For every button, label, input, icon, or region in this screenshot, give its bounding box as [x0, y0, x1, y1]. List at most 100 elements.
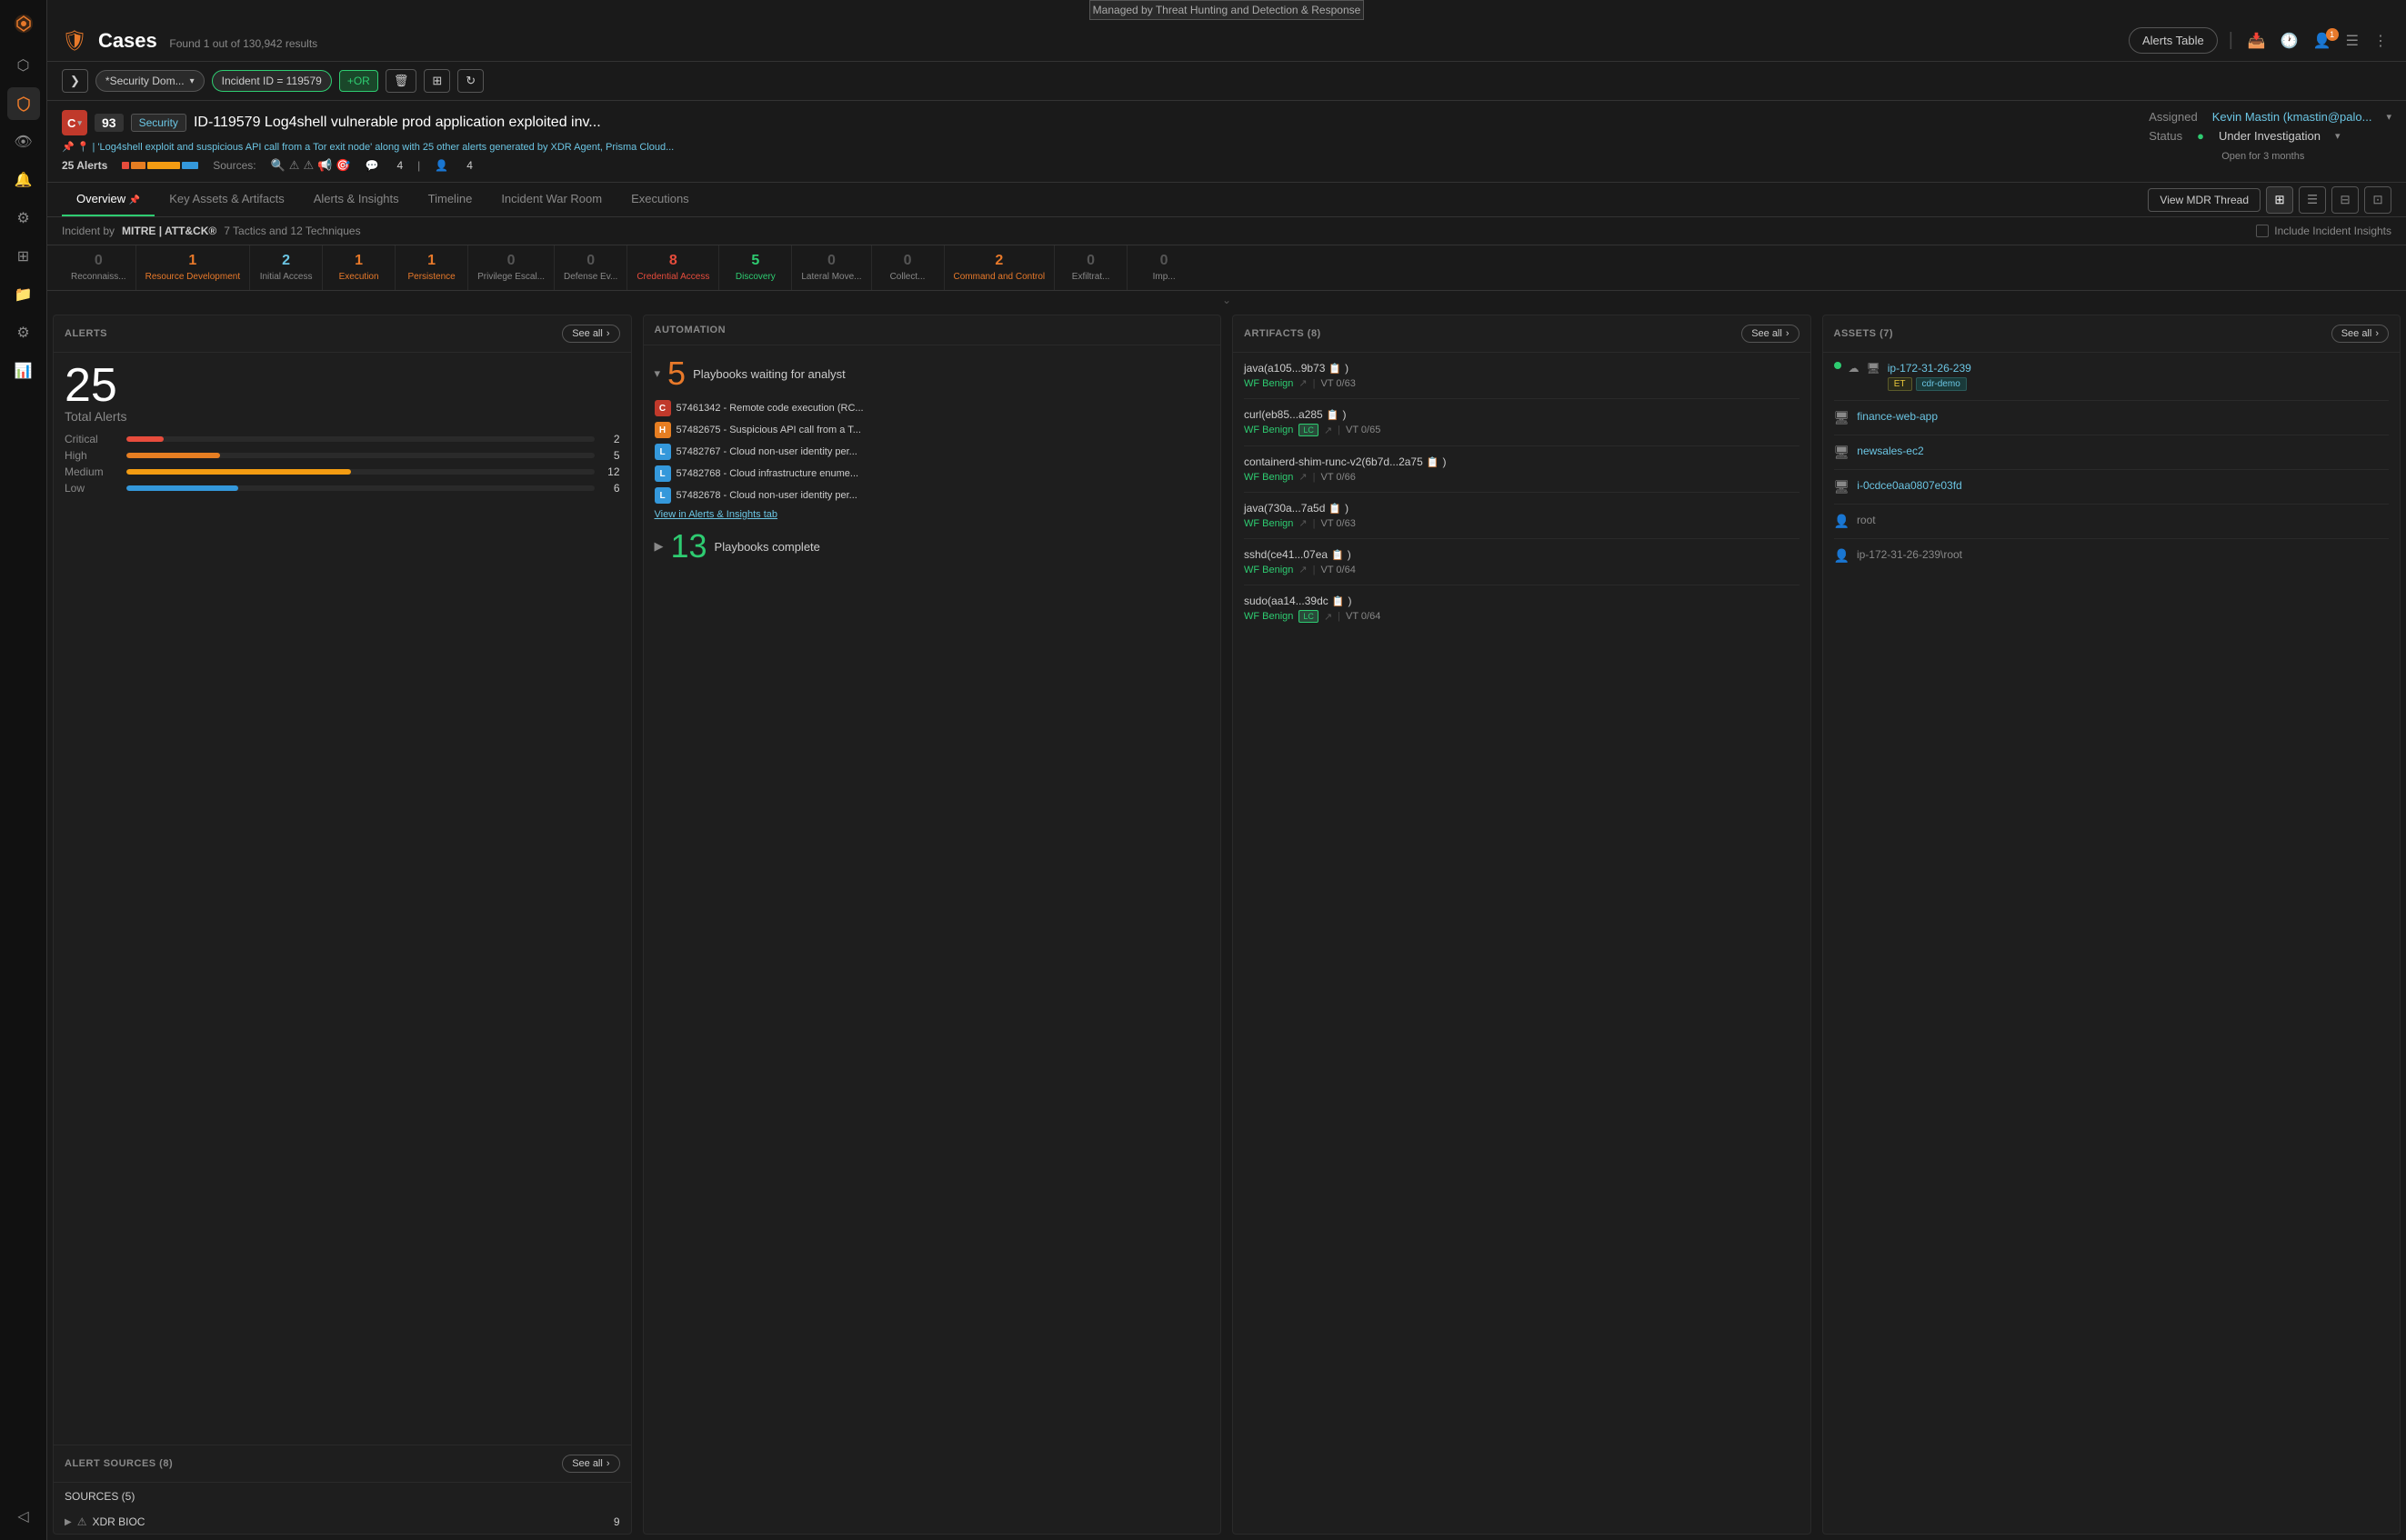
- security-domain-filter[interactable]: *Security Dom... ▾: [95, 70, 205, 92]
- detail-view-btn[interactable]: ⊟: [2331, 186, 2359, 214]
- playbook-item-2[interactable]: L 57482767 - Cloud non-user identity per…: [655, 444, 1210, 460]
- include-insights-checkbox[interactable]: [2256, 225, 2269, 237]
- nav-icon-shield[interactable]: [7, 87, 40, 120]
- notification-badge[interactable]: 👤 1: [2310, 32, 2335, 50]
- expand-collapse-btn[interactable]: ❯: [62, 69, 88, 93]
- asset-name-5[interactable]: ip-172-31-26-239\root: [1857, 548, 2389, 561]
- nav-icon-puzzle[interactable]: ⚙: [7, 202, 40, 235]
- include-insights-toggle[interactable]: Include Incident Insights: [2256, 225, 2391, 237]
- nav-icon-eye[interactable]: 👁: [7, 125, 40, 158]
- case-type-badge[interactable]: C ▾: [62, 110, 87, 135]
- tactic-credential-access[interactable]: 8 Credential Access: [627, 245, 719, 290]
- copy-icon-5[interactable]: 📋: [1332, 595, 1345, 607]
- asset-name-2[interactable]: newsales-ec2: [1857, 445, 2389, 457]
- tab-timeline[interactable]: Timeline: [414, 183, 487, 216]
- alert-sources-header: ALERT SOURCES (8) See all ›: [54, 1445, 631, 1483]
- playbook-item-1[interactable]: H 57482675 - Suspicious API call from a …: [655, 422, 1210, 438]
- tactic-exfiltrat[interactable]: 0 Exfiltrat...: [1055, 245, 1128, 290]
- view-mdr-button[interactable]: View MDR Thread: [2148, 188, 2261, 212]
- inbox-icon[interactable]: 📥: [2244, 28, 2270, 54]
- scroll-down-indicator[interactable]: ⌄: [47, 291, 2406, 309]
- tactic-persistence[interactable]: 1 Persistence: [396, 245, 468, 290]
- assets-panel: ASSETS (7) See all › ☁ 🖥 ip-172-31-26-23…: [1822, 315, 2401, 1535]
- playbook-item-4[interactable]: L 57482678 - Cloud non-user identity per…: [655, 487, 1210, 504]
- tactic-initial-access[interactable]: 2 Initial Access: [250, 245, 323, 290]
- share-icon-0[interactable]: ↗: [1298, 377, 1307, 389]
- nav-icon-grid[interactable]: ⊞: [7, 240, 40, 273]
- assets-see-all-btn[interactable]: See all ›: [2331, 325, 2389, 343]
- nav-icon-settings[interactable]: ⚙: [7, 316, 40, 349]
- tab-incident-war-room[interactable]: Incident War Room: [486, 183, 617, 216]
- waiting-expand-icon[interactable]: ▾: [655, 366, 661, 381]
- nav-icon-folder[interactable]: 📁: [7, 278, 40, 311]
- tactic-command-control[interactable]: 2 Command and Control: [945, 245, 1056, 290]
- server-icon-3: 🖥: [1834, 479, 1850, 495]
- copy-icon-1[interactable]: 📋: [1327, 409, 1339, 421]
- high-label: High: [65, 449, 119, 462]
- alerts-table-button[interactable]: Alerts Table: [2129, 27, 2218, 54]
- playbook-item-0[interactable]: C 57461342 - Remote code execution (RC..…: [655, 400, 1210, 416]
- columns-btn[interactable]: ⊞: [424, 69, 450, 93]
- or-button[interactable]: +OR: [339, 70, 378, 92]
- tactic-discovery[interactable]: 5 Discovery: [719, 245, 792, 290]
- view-insights-link[interactable]: View in Alerts & Insights tab: [655, 509, 1210, 520]
- clock-icon[interactable]: 🕐: [2277, 28, 2302, 54]
- high-count: 5: [602, 449, 620, 462]
- tactic-imp[interactable]: 0 Imp...: [1128, 245, 1200, 290]
- tactic-privilege-escal[interactable]: 0 Privilege Escal...: [468, 245, 555, 290]
- share-icon-4[interactable]: ↗: [1298, 564, 1307, 575]
- alerts-panel-title: ALERTS: [65, 328, 107, 339]
- tab-key-assets[interactable]: Key Assets & Artifacts: [155, 183, 298, 216]
- artifacts-see-all-btn[interactable]: See all ›: [1741, 325, 1799, 343]
- nav-icon-chart[interactable]: 📊: [7, 355, 40, 387]
- artifact-item-2: containerd-shim-runc-v2(6b7d...2a75 📋 ) …: [1244, 455, 1799, 493]
- nav-icon-collapse[interactable]: ◁: [7, 1500, 40, 1533]
- playbook-item-3[interactable]: L 57482768 - Cloud infrastructure enume.…: [655, 465, 1210, 482]
- alert-sources-see-all-btn[interactable]: See all ›: [562, 1455, 619, 1473]
- nav-icon-alert[interactable]: 🔔: [7, 164, 40, 196]
- asset-name-0[interactable]: ip-172-31-26-239: [1888, 362, 2389, 375]
- source-expand-icon[interactable]: ▶: [65, 1517, 72, 1527]
- nav-icon-1[interactable]: ⬡: [7, 49, 40, 82]
- asset-name-4[interactable]: root: [1857, 514, 2389, 526]
- copy-icon-4[interactable]: 📋: [1331, 549, 1344, 561]
- columns-view-btn[interactable]: ⊡: [2364, 186, 2391, 214]
- more-icon[interactable]: ⋮: [2370, 28, 2391, 54]
- share-icon-3[interactable]: ↗: [1298, 517, 1307, 529]
- tab-executions[interactable]: Executions: [617, 183, 704, 216]
- complete-count: 13: [671, 527, 707, 565]
- copy-icon-2[interactable]: 📋: [1427, 456, 1439, 468]
- status-value[interactable]: Under Investigation: [2219, 129, 2321, 143]
- notification-count: 1: [2326, 28, 2339, 41]
- complete-expand-icon[interactable]: ▶: [655, 539, 664, 554]
- tab-overview[interactable]: Overview 📌: [62, 183, 155, 216]
- refresh-btn[interactable]: ↻: [457, 69, 484, 93]
- tactic-reconnaiss[interactable]: 0 Reconnaiss...: [62, 245, 136, 290]
- header-logo: 🛡: [62, 29, 87, 53]
- share-icon-2[interactable]: ↗: [1298, 471, 1307, 483]
- tactic-lateral-move[interactable]: 0 Lateral Move...: [792, 245, 871, 290]
- share-icon-1[interactable]: ↗: [1324, 425, 1332, 436]
- tactic-collect[interactable]: 0 Collect...: [872, 245, 945, 290]
- asset-name-3[interactable]: i-0cdce0aa0807e03fd: [1857, 479, 2389, 492]
- list-view-btn[interactable]: ☰: [2299, 186, 2326, 214]
- grid-view-btn[interactable]: ⊞: [2266, 186, 2293, 214]
- assets-panel-header: ASSETS (7) See all ›: [1823, 315, 2401, 353]
- tab-alerts-insights[interactable]: Alerts & Insights: [299, 183, 414, 216]
- copy-icon-3[interactable]: 📋: [1328, 503, 1341, 515]
- assigned-value[interactable]: Kevin Mastin (kmastin@palo...: [2212, 110, 2372, 124]
- artifact-item-3: java(730a...7a5d 📋 ) WF Benign ↗ | VT 0/…: [1244, 502, 1799, 539]
- status-label: Status: [2149, 129, 2182, 143]
- delete-filter-btn[interactable]: 🗑: [386, 69, 417, 93]
- artifact-name-2: containerd-shim-runc-v2(6b7d...2a75 📋 ): [1244, 455, 1799, 468]
- asset-name-1[interactable]: finance-web-app: [1857, 410, 2389, 423]
- incident-id-filter[interactable]: Incident ID = 119579: [212, 70, 332, 92]
- alerts-see-all-btn[interactable]: See all ›: [562, 325, 619, 343]
- tactic-defense-ev[interactable]: 0 Defense Ev...: [555, 245, 627, 290]
- brand-logo[interactable]: [7, 7, 40, 40]
- copy-icon-0[interactable]: 📋: [1328, 363, 1341, 375]
- tactic-resource-dev[interactable]: 1 Resource Development: [136, 245, 251, 290]
- tactic-execution[interactable]: 1 Execution: [323, 245, 396, 290]
- menu-icon[interactable]: ☰: [2342, 28, 2362, 54]
- share-icon-5[interactable]: ↗: [1324, 611, 1332, 623]
